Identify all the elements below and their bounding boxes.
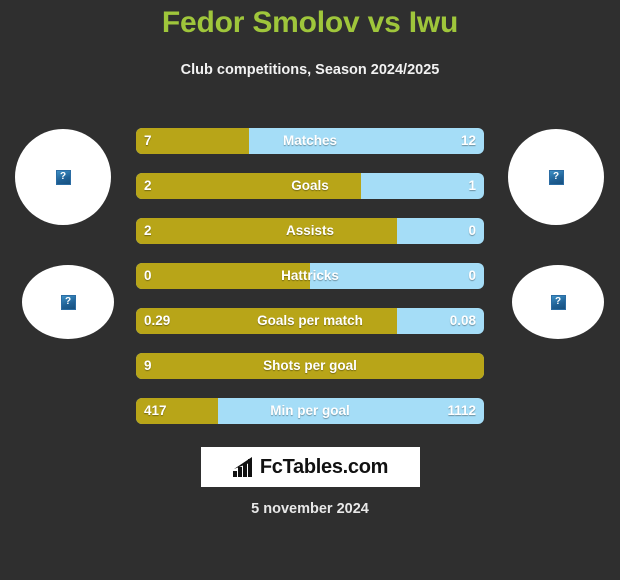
team-right-badge: ? [512, 265, 604, 339]
broken-image-glyph: ? [552, 171, 560, 182]
table-row: 2 Assists 0 [136, 218, 484, 244]
away-value: 0 [468, 268, 476, 283]
player-left-photo: ? [15, 129, 111, 225]
stat-bar-list: 7 Matches 12 2 Goals 1 2 Assists 0 0 Hat… [136, 128, 484, 443]
logo-text: FcTables.com [259, 455, 389, 478]
page-title: Fedor Smolov vs Iwu [161, 6, 459, 39]
team-left-badge: ? [22, 265, 114, 339]
page-subtitle: Club competitions, Season 2024/2025 [180, 62, 440, 78]
broken-image-icon: ? [548, 169, 564, 185]
broken-image-icon: ? [60, 294, 76, 310]
table-row: 417 Min per goal 1112 [136, 398, 484, 424]
broken-image-glyph: ? [59, 171, 67, 182]
stat-label: Hattricks [281, 268, 339, 283]
table-row: 9 Shots per goal [136, 353, 484, 379]
away-value: 1112 [447, 403, 476, 418]
date-label: 5 november 2024 [251, 501, 369, 517]
away-value: 1 [468, 178, 476, 193]
player-right-photo: ? [508, 129, 604, 225]
away-value: 0.08 [449, 313, 476, 328]
away-value: 12 [460, 133, 476, 148]
stat-label: Shots per goal [263, 358, 357, 373]
table-row: 0 Hattricks 0 [136, 263, 484, 289]
stat-label: Goals per match [257, 313, 363, 328]
stat-label: Goals [291, 178, 329, 193]
broken-image-icon: ? [550, 294, 566, 310]
table-row: 7 Matches 12 [136, 128, 484, 154]
stat-comparison-card: Fedor Smolov vs Iwu Club competitions, S… [0, 0, 620, 580]
stat-label: Matches [282, 133, 338, 148]
broken-image-glyph: ? [554, 296, 562, 307]
away-value: 0 [468, 223, 476, 238]
stat-label: Assists [285, 223, 335, 238]
broken-image-glyph: ? [64, 296, 72, 307]
fctables-logo[interactable]: FcTables.com [201, 447, 420, 487]
broken-image-icon: ? [55, 169, 71, 185]
bar-chart-icon [232, 457, 252, 477]
stat-label: Min per goal [270, 403, 350, 418]
table-row: 2 Goals 1 [136, 173, 484, 199]
table-row: 0.29 Goals per match 0.08 [136, 308, 484, 334]
